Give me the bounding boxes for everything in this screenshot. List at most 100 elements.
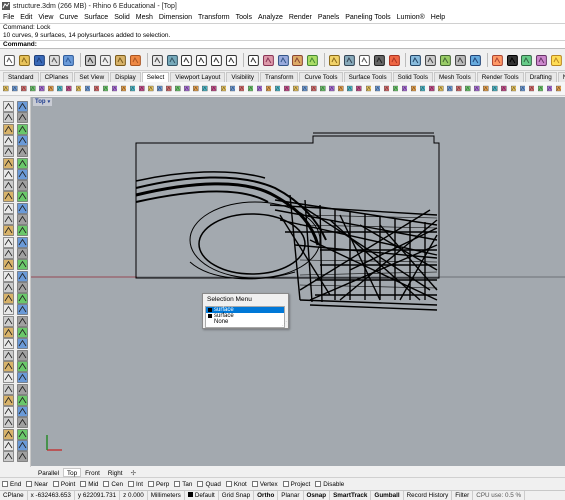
resize-grip-icon[interactable]: ⋰ — [282, 321, 287, 327]
toolbar-tab-drafting[interactable]: Drafting — [524, 72, 557, 82]
menu-item-surface[interactable]: Surface — [84, 14, 108, 21]
trim-icon[interactable] — [3, 180, 14, 191]
osnap-tan[interactable]: Tan — [174, 481, 192, 488]
select-dimensions-icon[interactable] — [238, 84, 245, 93]
toolbar-tab-set-view[interactable]: Set View — [74, 72, 110, 82]
boolean-union-icon[interactable] — [17, 259, 28, 270]
menu-item-dimension[interactable]: Dimension — [159, 14, 192, 21]
checkbox[interactable] — [147, 481, 154, 487]
cut-icon[interactable] — [84, 54, 97, 67]
camera-icon[interactable] — [454, 54, 467, 67]
select-by-id-icon[interactable] — [410, 84, 417, 93]
move-icon[interactable] — [3, 281, 14, 293]
select-by-plugin-icon[interactable] — [438, 84, 444, 93]
status-planar[interactable]: Planar — [278, 490, 304, 500]
materials-icon[interactable] — [388, 54, 401, 67]
osnap-perp[interactable]: Perp — [147, 481, 169, 488]
menu-item-analyze[interactable]: Analyze — [258, 14, 283, 21]
copy-icon[interactable] — [99, 54, 112, 67]
checkbox[interactable] — [282, 481, 289, 487]
menu-item-paneling-tools[interactable]: Paneling Tools — [345, 14, 390, 21]
select-closed-icon[interactable] — [166, 84, 172, 93]
select-name-icon[interactable] — [139, 84, 145, 93]
select-by-url-icon[interactable] — [419, 84, 426, 93]
osnap-knot[interactable]: Knot — [225, 481, 247, 488]
select-filter-icon[interactable] — [474, 84, 480, 93]
menu-item-render[interactable]: Render — [289, 14, 312, 21]
analyze-direction-icon[interactable] — [3, 349, 14, 361]
status-cplane[interactable]: CPlane — [0, 490, 28, 500]
select-frozen-icon[interactable] — [320, 84, 326, 93]
checkbox[interactable] — [315, 481, 322, 487]
options-icon[interactable] — [3, 440, 14, 451]
hide-icon[interactable] — [262, 54, 275, 67]
grid-icon[interactable] — [358, 54, 371, 67]
menu-item-lumion[interactable]: Lumion® — [397, 14, 425, 21]
osnap-end[interactable]: End — [2, 481, 21, 488]
viewport-title[interactable]: Top ▾ — [33, 98, 53, 106]
select-curves-icon[interactable] — [48, 84, 54, 93]
layer-icon[interactable] — [328, 54, 341, 67]
new-file-icon[interactable] — [3, 54, 16, 67]
rectangle-icon[interactable] — [17, 146, 28, 157]
osnap-project[interactable]: Project — [282, 481, 310, 488]
top-viewport[interactable]: Top ▾ — [31, 97, 565, 466]
display-mode-icon[interactable] — [469, 54, 482, 67]
pan-icon[interactable] — [151, 54, 164, 67]
print-icon[interactable] — [48, 54, 61, 67]
checkbox[interactable] — [174, 481, 181, 487]
menu-item-view[interactable]: View — [38, 14, 53, 21]
select-small-icon[interactable] — [184, 84, 190, 93]
select-hidden-icon[interactable] — [329, 84, 335, 93]
menu-item-mesh[interactable]: Mesh — [136, 14, 153, 21]
select-extrusions-icon[interactable] — [274, 84, 281, 93]
text-icon[interactable] — [3, 327, 14, 338]
zoom-extents-icon[interactable] — [210, 54, 223, 67]
select-polylines-icon[interactable] — [57, 84, 63, 93]
undo-icon[interactable] — [129, 54, 142, 67]
show-icon[interactable] — [277, 54, 290, 67]
add-viewport-tab-icon[interactable]: ✢ — [127, 468, 140, 477]
toolbar-tab-render-tools[interactable]: Render Tools — [476, 72, 524, 82]
toolbar-tab-surface-tools[interactable]: Surface Tools — [343, 72, 392, 82]
invert-selection-icon[interactable] — [21, 84, 27, 93]
script-icon[interactable] — [17, 451, 28, 463]
checkbox[interactable] — [197, 481, 204, 487]
boolean-intersection-icon[interactable] — [17, 270, 28, 282]
line-icon[interactable] — [17, 112, 28, 124]
checkbox[interactable] — [103, 481, 110, 487]
menu-item-tools[interactable]: Tools — [236, 14, 252, 21]
plugin-icon[interactable] — [535, 54, 548, 67]
select-chain-icon[interactable] — [483, 84, 489, 93]
properties-icon[interactable] — [343, 54, 356, 67]
toolbar-tab-visibility[interactable]: Visibility — [226, 72, 259, 82]
osnap-mid[interactable]: Mid — [80, 481, 98, 488]
select-meshes-icon[interactable] — [84, 84, 91, 93]
extend-curve-icon[interactable] — [17, 168, 28, 180]
checkbox[interactable] — [26, 481, 33, 487]
select-open-icon[interactable] — [157, 84, 163, 93]
polygon-icon[interactable] — [3, 157, 14, 169]
export-icon[interactable] — [520, 54, 533, 67]
select-hatches-icon[interactable] — [211, 84, 217, 93]
split-icon[interactable] — [17, 180, 28, 191]
select-color-2-icon[interactable] — [383, 84, 390, 93]
select-brush-icon[interactable] — [528, 84, 535, 93]
select-planar-icon[interactable] — [356, 84, 362, 93]
select-lasso-icon[interactable] — [537, 84, 544, 93]
viewport-tab-right[interactable]: Right — [104, 468, 127, 477]
menu-item-panels[interactable]: Panels — [318, 14, 339, 21]
select-polysurfaces-icon[interactable] — [75, 84, 82, 93]
select-point-clouds-icon[interactable] — [293, 84, 299, 93]
curvature-icon[interactable] — [17, 349, 28, 361]
rotate-view-icon[interactable] — [166, 54, 179, 67]
status-layer[interactable]: Default — [185, 490, 219, 500]
status-grid-snap[interactable]: Grid Snap — [219, 490, 255, 500]
toolbar-tab-viewport-layout[interactable]: Viewport Layout — [170, 72, 226, 82]
import-icon[interactable] — [62, 54, 75, 67]
hatch-icon[interactable] — [17, 338, 28, 350]
select-last-icon[interactable] — [30, 84, 36, 93]
help-icon[interactable] — [17, 440, 28, 451]
status-gumball[interactable]: Gumball — [371, 490, 404, 500]
mesh-icon[interactable] — [3, 428, 14, 440]
